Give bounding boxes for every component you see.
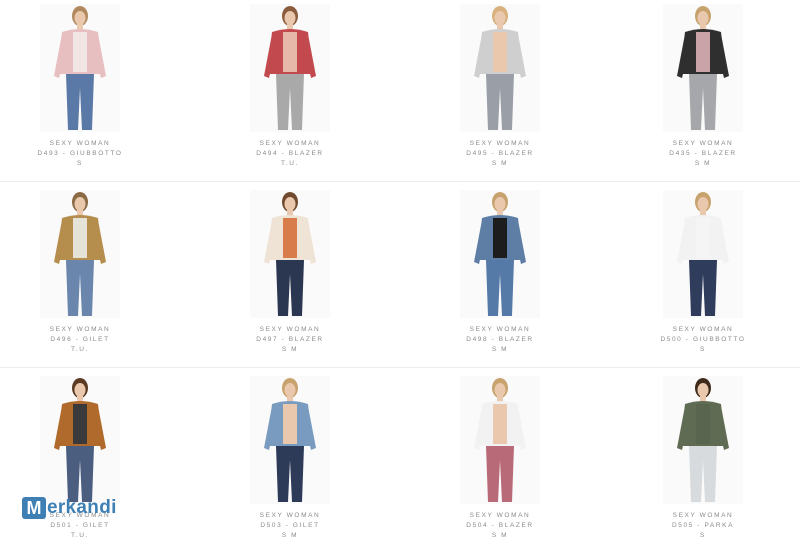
product-photo[interactable] [460, 190, 540, 318]
product-name[interactable]: D493 - GIUBBOTTO [0, 149, 160, 159]
product-card[interactable]: SEXY WOMAN D501 - GILET T.U. [0, 372, 160, 552]
product-brand: SEXY WOMAN [49, 326, 111, 333]
product-photo[interactable] [663, 4, 743, 132]
product-name[interactable]: D496 - GILET [0, 335, 160, 345]
product-name[interactable]: D503 - GILET [210, 521, 370, 531]
product-name[interactable]: D495 - BLAZER [420, 149, 580, 159]
product-brand: SEXY WOMAN [49, 140, 111, 147]
product-photo[interactable] [250, 190, 330, 318]
product-photo[interactable] [40, 4, 120, 132]
product-photo[interactable] [250, 376, 330, 504]
product-sizes: S M [694, 160, 712, 167]
product-sizes: S [77, 160, 83, 167]
product-brand: SEXY WOMAN [259, 512, 321, 519]
product-card[interactable]: SEXY WOMAN D503 - GILET S M [210, 372, 370, 552]
product-sizes: S M [281, 532, 299, 539]
product-card[interactable]: SEXY WOMAN D496 - GILET T.U. [0, 186, 160, 366]
row-divider [0, 181, 800, 182]
product-brand: SEXY WOMAN [259, 140, 321, 147]
product-brand: SEXY WOMAN [469, 326, 531, 333]
product-name[interactable]: D500 - GIUBBOTTO [623, 335, 783, 345]
product-photo[interactable] [40, 190, 120, 318]
product-sizes: S [700, 532, 706, 539]
product-card[interactable]: SEXY WOMAN D495 - BLAZER S M [420, 0, 580, 180]
product-card[interactable]: SEXY WOMAN D504 - BLAZER S M [420, 372, 580, 552]
product-brand: SEXY WOMAN [672, 140, 734, 147]
product-photo[interactable] [40, 376, 120, 504]
product-grid: SEXY WOMAN D493 - GIUBBOTTO S SEXY WOMAN D49… [0, 0, 800, 545]
product-card[interactable]: SEXY WOMAN D494 - BLAZER T.U. [210, 0, 370, 180]
product-photo[interactable] [663, 376, 743, 504]
product-sizes: S [700, 346, 706, 353]
product-sizes: T.U. [281, 160, 299, 167]
product-card[interactable]: SEXY WOMAN D500 - GIUBBOTTO S [623, 186, 783, 366]
product-card[interactable]: SEXY WOMAN D493 - GIUBBOTTO S [0, 0, 160, 180]
product-brand: SEXY WOMAN [469, 140, 531, 147]
product-sizes: S M [281, 346, 299, 353]
merkandi-logo-mark: M [22, 497, 46, 519]
product-name[interactable]: D501 - GILET [0, 521, 160, 531]
product-sizes: S M [491, 160, 509, 167]
product-brand: SEXY WOMAN [672, 326, 734, 333]
product-card[interactable]: SEXY WOMAN D498 - BLAZER S M [420, 186, 580, 366]
product-card[interactable]: SEXY WOMAN D435 - BLAZER S M [623, 0, 783, 180]
product-photo[interactable] [663, 190, 743, 318]
product-brand: SEXY WOMAN [259, 326, 321, 333]
product-name[interactable]: D494 - BLAZER [210, 149, 370, 159]
product-photo[interactable] [250, 4, 330, 132]
product-name[interactable]: D504 - BLAZER [420, 521, 580, 531]
product-name[interactable]: D498 - BLAZER [420, 335, 580, 345]
row-divider [0, 367, 800, 368]
product-name[interactable]: D497 - BLAZER [210, 335, 370, 345]
product-card[interactable]: SEXY WOMAN D497 - BLAZER S M [210, 186, 370, 366]
product-photo[interactable] [460, 4, 540, 132]
product-name[interactable]: D505 - PARKA [623, 521, 783, 531]
product-brand: SEXY WOMAN [672, 512, 734, 519]
product-brand: SEXY WOMAN [469, 512, 531, 519]
product-sizes: S M [491, 346, 509, 353]
merkandi-logo: M erkandi [22, 496, 117, 520]
product-name[interactable]: D435 - BLAZER [623, 149, 783, 159]
product-card[interactable]: SEXY WOMAN D505 - PARKA S [623, 372, 783, 552]
product-sizes: S M [491, 532, 509, 539]
product-sizes: T.U. [71, 532, 89, 539]
merkandi-logo-text: erkandi [47, 497, 117, 518]
product-photo[interactable] [460, 376, 540, 504]
product-sizes: T.U. [71, 346, 89, 353]
